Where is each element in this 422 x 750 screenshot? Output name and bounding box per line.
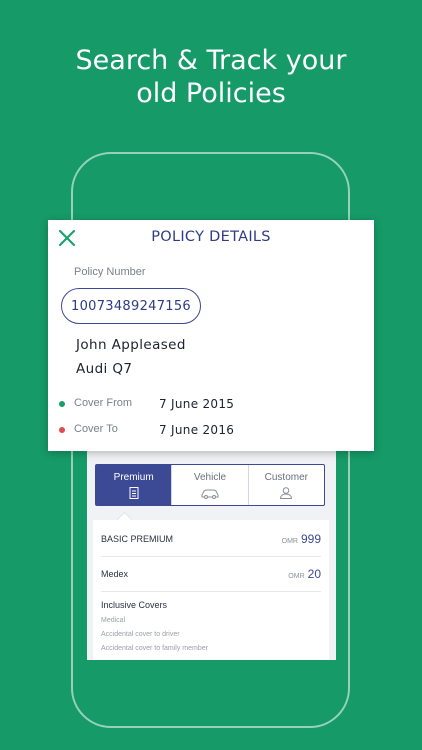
headline: Search & Track your old Policies [0, 44, 422, 110]
car-icon [201, 489, 219, 499]
cover-item: Accidental cover to driver [101, 631, 180, 638]
cover-item: Medical [101, 617, 126, 624]
currency-label: OMR [281, 538, 298, 545]
tab-customer[interactable]: Customer [247, 465, 324, 505]
customer-name: John Appleased [76, 337, 186, 353]
cover-from-status-dot [59, 401, 65, 407]
document-icon [129, 486, 139, 499]
vehicle-name: Audi Q7 [76, 361, 133, 377]
premium-row-amount: OMR 999 [282, 532, 321, 546]
premium-row-label: Medex [101, 569, 129, 579]
cover-item: Accidental cover to family member [101, 645, 208, 652]
inclusive-covers-title: Inclusive Covers [101, 600, 168, 610]
cover-from-value: 7 June 2015 [159, 397, 235, 411]
premium-row-amount: OMR 20 [288, 567, 321, 581]
tab-customer-label: Customer [264, 471, 308, 483]
phone-screen: Premium Vehicle Customer BASIC PREMIUM O… [87, 446, 336, 660]
policy-details-title: POLICY DETAILS [151, 229, 271, 245]
policy-details-card: POLICY DETAILS Policy Number 10073489247… [48, 220, 374, 451]
tab-vehicle-label: Vehicle [193, 471, 227, 483]
detail-tabs: Premium Vehicle Customer [95, 464, 325, 506]
cover-to-status-dot [59, 427, 65, 433]
tab-premium-label: Premium [113, 471, 154, 483]
tab-vehicle[interactable]: Vehicle [171, 465, 247, 505]
policy-number-label: Policy Number [74, 266, 146, 278]
policy-number-value[interactable]: 10073489247156 [61, 288, 201, 324]
headline-line-2: old Policies [136, 78, 286, 109]
currency-label: OMR [288, 573, 305, 580]
premium-row-basic: BASIC PREMIUM OMR 999 [101, 522, 321, 557]
premium-row-label: BASIC PREMIUM [101, 534, 174, 544]
headline-line-1: Search & Track your [75, 45, 347, 76]
cover-from-label: Cover From [74, 397, 133, 409]
person-icon [280, 486, 293, 499]
tab-premium[interactable]: Premium [96, 465, 172, 505]
cover-to-label: Cover To [74, 423, 118, 435]
premium-panel: BASIC PREMIUM OMR 999 Medex OMR 20 Inclu… [93, 520, 329, 660]
cover-to-value: 7 June 2016 [159, 423, 235, 437]
amount-value: 20 [307, 567, 321, 581]
amount-value: 999 [300, 532, 321, 546]
premium-row-medex: Medex OMR 20 [101, 557, 321, 592]
